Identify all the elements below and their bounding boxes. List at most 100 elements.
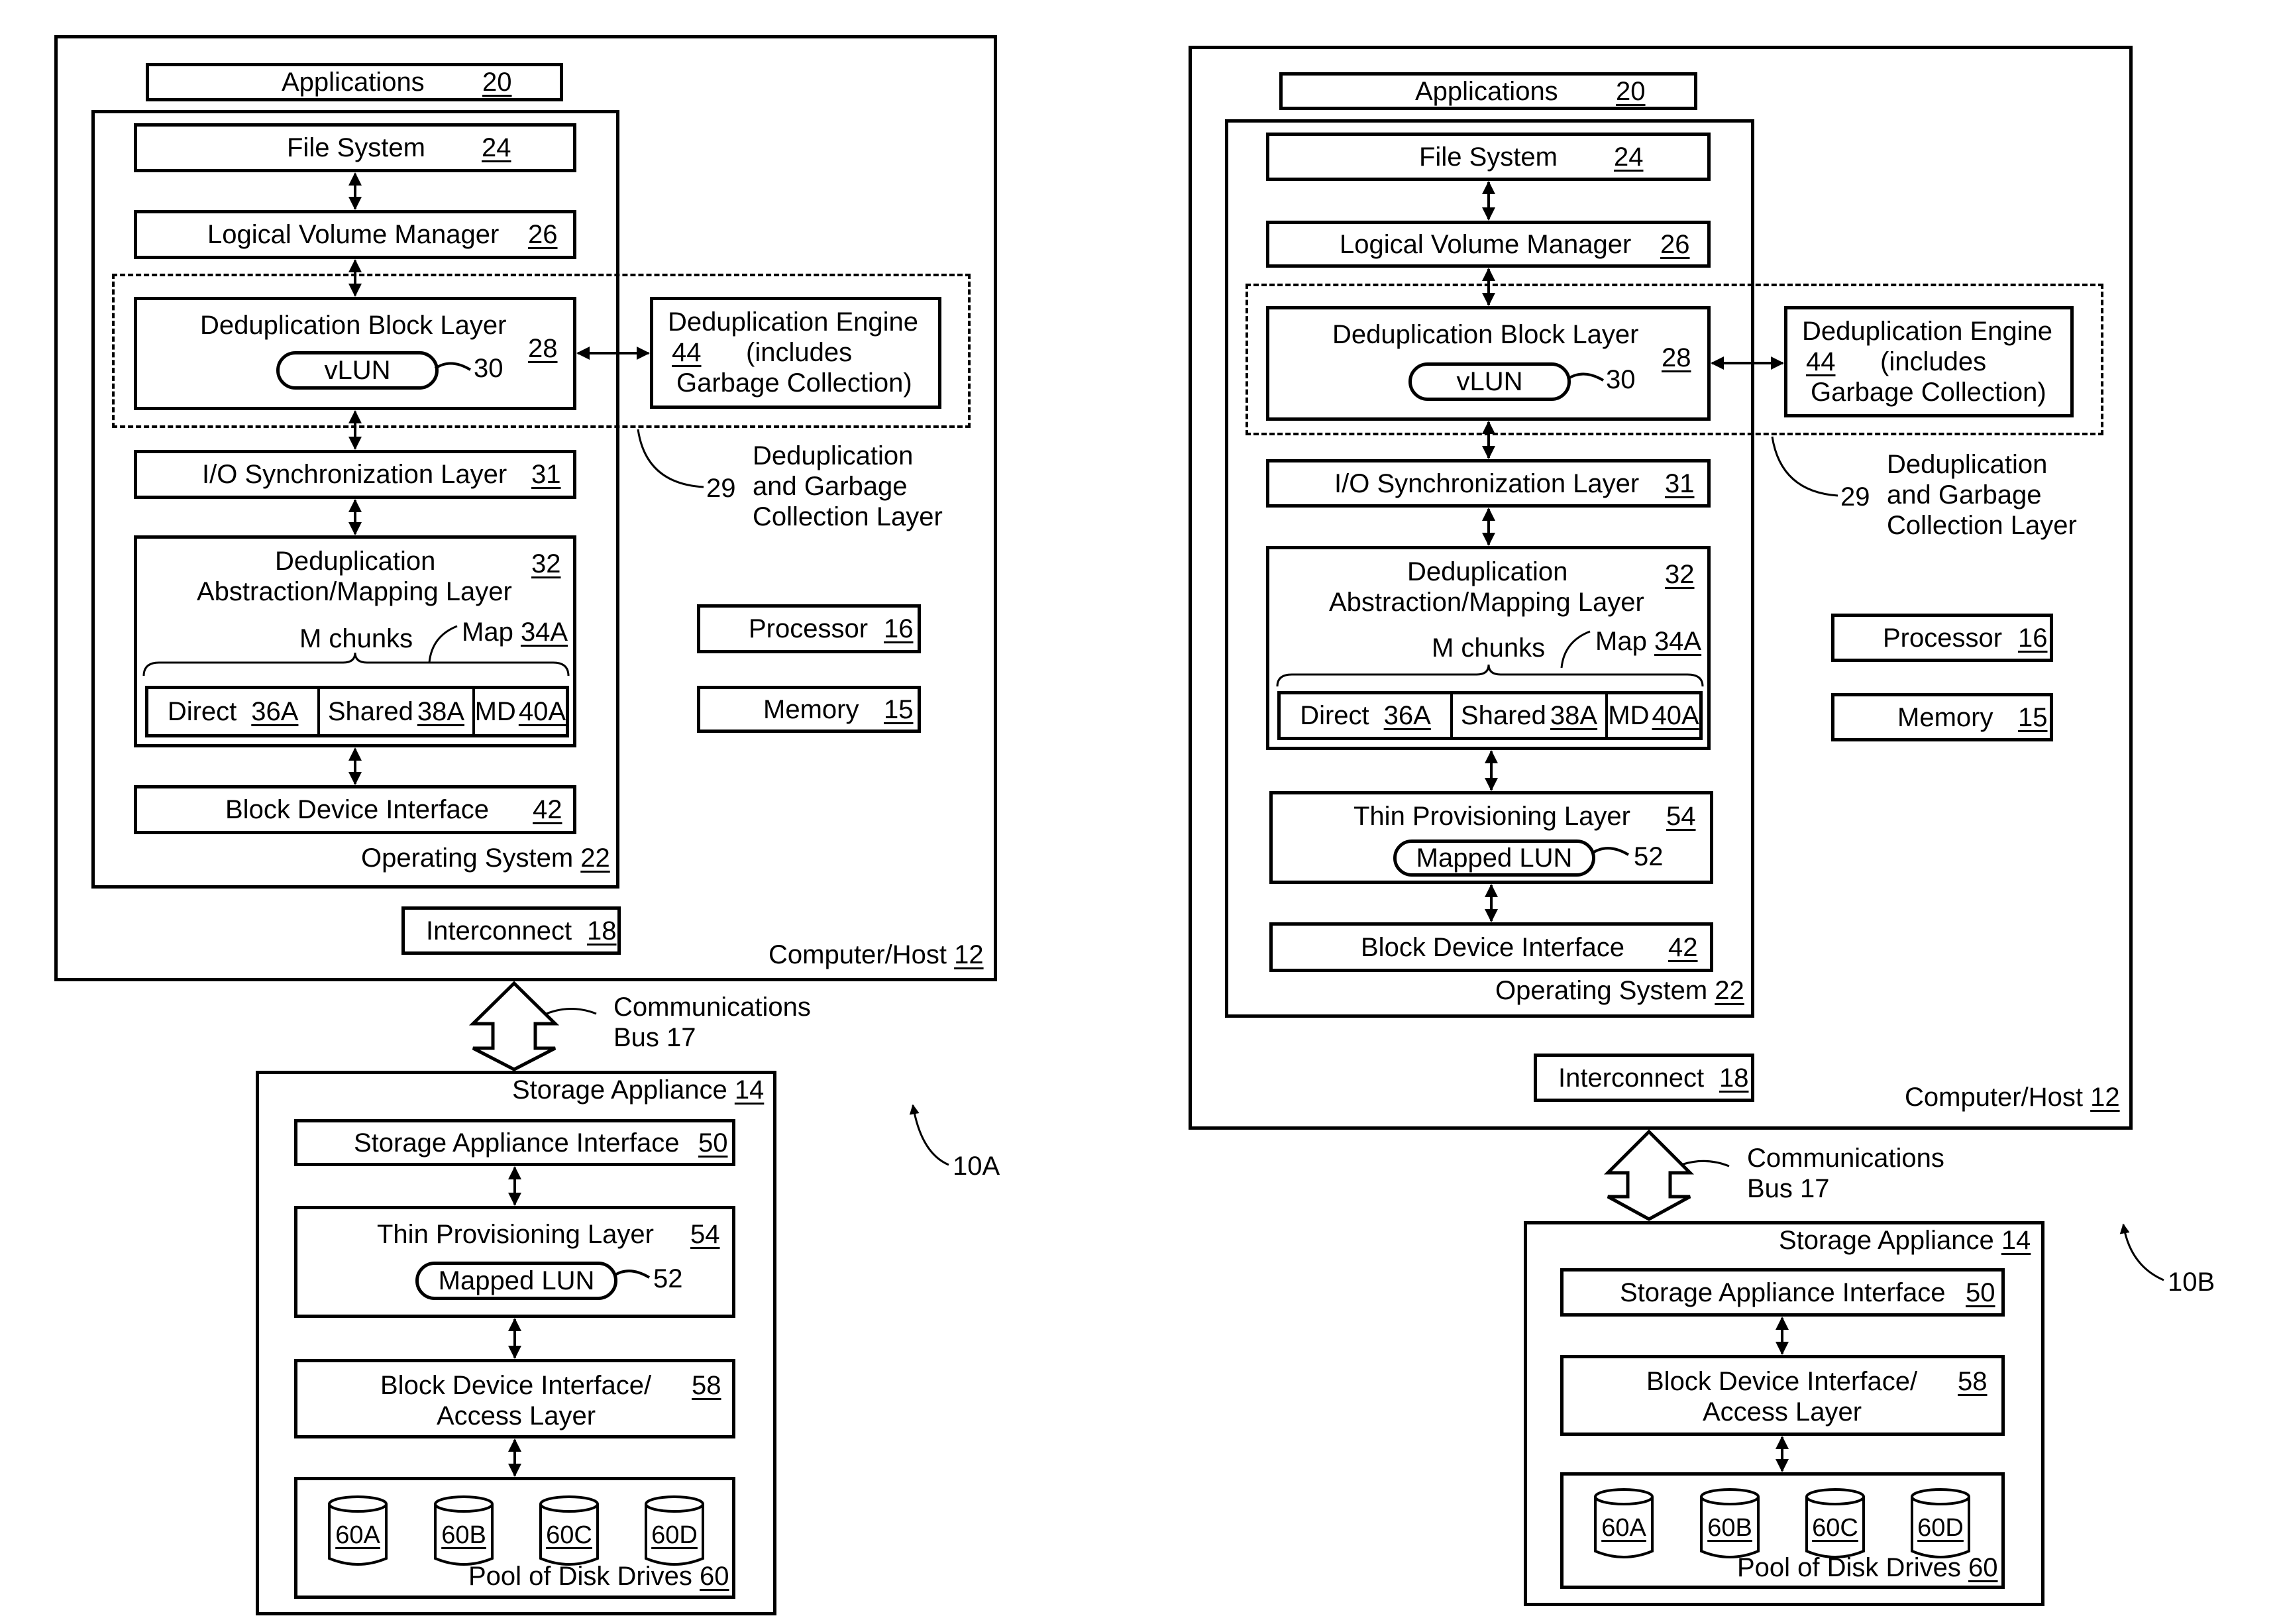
host-ref: 12 [2090, 1083, 2120, 1112]
io-sync-box: I/O Synchronization Layer 31 [134, 450, 576, 499]
lvm-box: Logical Volume Manager 26 [134, 210, 576, 259]
map-label-text: Map [462, 618, 513, 647]
cell-label: Shared [1460, 700, 1546, 730]
host-label: Computer/Host 12 [1905, 1082, 2120, 1112]
drive-label: 60B [1707, 1514, 1752, 1542]
mapped-lun-pill: Mapped LUN [415, 1262, 617, 1300]
sa-interface-label: Storage Appliance Interface [1620, 1278, 1946, 1307]
figure-arrow-10b [2119, 1223, 2164, 1281]
cell-label: MD [1608, 700, 1650, 730]
access-layer-box: Block Device Interface/ Access Layer 58 [294, 1359, 735, 1438]
processor-ref: 16 [2018, 623, 2048, 653]
memory-ref: 15 [884, 695, 914, 724]
leader-bus [529, 1007, 597, 1024]
dedup-gc-line1: Deduplication [1887, 450, 2048, 479]
map-cell-shared: Shared 38A [320, 689, 475, 734]
access-layer-line1: Block Device Interface/ [380, 1371, 652, 1400]
interconnect-ref: 18 [587, 916, 617, 946]
drive-label: 60C [1812, 1514, 1858, 1542]
map-cells: Direct 36A Shared 38A MD 40A [1277, 691, 1703, 740]
map-label: Map 34A [462, 617, 568, 647]
map-label-text: Map [1595, 627, 1647, 656]
disk-drive-icon: 60B [1699, 1488, 1760, 1562]
access-layer-ref: 58 [1958, 1367, 1988, 1396]
access-layer-line2: Access Layer [1703, 1397, 1862, 1427]
dedup-engine-line1: Deduplication Engine [668, 307, 919, 337]
dedup-mapping-line1: Deduplication [275, 547, 436, 576]
file-system-label: File System [1419, 142, 1558, 172]
dedup-block-layer-ref: 28 [528, 334, 558, 363]
host-label-text: Computer/Host [769, 940, 947, 969]
memory-box: Memory 15 [697, 686, 921, 733]
bdi-label: Block Device Interface [225, 795, 489, 824]
applications-label: Applications [282, 68, 425, 97]
processor-ref: 16 [884, 614, 914, 643]
drive-label: 60B [441, 1521, 486, 1549]
dedup-gc-line3: Collection Layer [753, 502, 943, 531]
disk-drive-icon: 60A [1593, 1488, 1654, 1562]
os-label-text: Operating System [361, 843, 574, 873]
drive-label: 60C [546, 1521, 592, 1549]
sa-interface-box: Storage Appliance Interface 50 [1560, 1268, 2005, 1317]
access-layer-line2: Access Layer [437, 1401, 596, 1431]
disk-pool-box: 60A 60B 60C 60D Pool of Disk Drives 60 [1560, 1472, 2005, 1589]
leader-bus [1661, 1160, 1730, 1175]
sa-ref: 14 [2001, 1226, 2031, 1255]
drive-label: 60D [1917, 1514, 1964, 1542]
map-cell-shared: Shared 38A [1453, 694, 1608, 737]
access-layer-box: Block Device Interface/ Access Layer 58 [1560, 1355, 2005, 1436]
dedup-engine-ref: 44 [1806, 347, 1836, 376]
host-label: Computer/Host 12 [769, 940, 984, 970]
processor-label: Processor [749, 614, 869, 643]
bus-label-line1: Communications [613, 993, 811, 1022]
dedup-gc-line2: and Garbage [1887, 480, 2042, 510]
block-device-interface-box: Block Device Interface 42 [134, 785, 576, 834]
dedup-block-layer-label: Deduplication Block Layer [200, 311, 507, 340]
dedup-gc-line1: Deduplication [753, 441, 914, 470]
cell-ref: 38A [417, 696, 465, 726]
m-chunks-label: M chunks [1432, 633, 1546, 663]
dedup-engine-ref: 44 [672, 338, 702, 367]
thin-prov-ref: 54 [1666, 802, 1696, 831]
cell-ref: 36A [1383, 700, 1431, 730]
vlun-pill: vLUN [1408, 362, 1571, 401]
sa-interface-ref: 50 [698, 1128, 728, 1158]
bdi-ref: 42 [1668, 933, 1698, 962]
io-sync-label: I/O Synchronization Layer [202, 460, 507, 489]
dedup-mapping-line2: Abstraction/Mapping Layer [1329, 588, 1644, 617]
pool-label-text: Pool of Disk Drives [468, 1562, 692, 1591]
file-system-box: File System 24 [134, 123, 576, 172]
bdi-label: Block Device Interface [1361, 933, 1624, 962]
pool-label: Pool of Disk Drives 60 [1737, 1552, 1998, 1583]
map-cell-md: MD 40A [475, 689, 566, 734]
map-cell-direct: Direct 36A [148, 689, 321, 734]
map-ref: 34A [520, 618, 568, 647]
bus-label-line2: Bus 17 [1747, 1174, 1830, 1203]
cell-label: Shared [327, 696, 413, 726]
memory-ref: 15 [2018, 703, 2048, 732]
figure-label-10b: 10B [2168, 1268, 2215, 1297]
cell-label: Direct [1300, 700, 1369, 730]
communications-bus-arrow-10a [468, 981, 560, 1071]
applications-ref: 20 [1616, 77, 1646, 106]
lvm-box: Logical Volume Manager 26 [1266, 221, 1711, 268]
sa-ref: 14 [734, 1075, 765, 1105]
mapped-lun-ref: 52 [1634, 842, 1664, 871]
dedup-engine-box: Deduplication Engine 44 (includes Garbag… [1784, 306, 2074, 417]
dedup-mapping-box: Deduplication Abstraction/Mapping Layer … [1266, 546, 1711, 750]
host-ref: 12 [954, 940, 984, 969]
drive-label: 60A [1601, 1514, 1646, 1542]
processor-box: Processor 16 [1831, 614, 2053, 662]
lvm-ref: 26 [1660, 230, 1690, 259]
disk-drive-icon: 60C [539, 1495, 600, 1569]
file-system-ref: 24 [1614, 142, 1644, 172]
host-label-text: Computer/Host [1905, 1083, 2083, 1112]
mapped-lun-pill: Mapped LUN [1393, 839, 1595, 877]
dedup-engine-line3: Garbage Collection) [1811, 378, 2046, 407]
interconnect-ref: 18 [1719, 1063, 1749, 1093]
applications-label: Applications [1415, 77, 1558, 106]
disk-drive-icon: 60C [1805, 1488, 1866, 1562]
applications-box: Applications 20 [1279, 72, 1697, 110]
vlun-ref: 30 [1606, 365, 1636, 394]
sa-label-text: Storage Appliance [1779, 1226, 1994, 1255]
